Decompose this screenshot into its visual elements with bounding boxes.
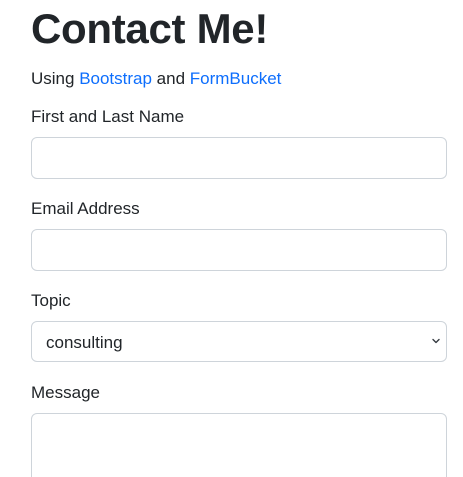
contact-page: Contact Me! Using Bootstrap and FormBuck… xyxy=(0,0,447,477)
topic-selected-value: consulting xyxy=(46,333,123,352)
message-group: Message xyxy=(31,382,447,477)
page-title: Contact Me! xyxy=(31,5,269,52)
subtitle-middle: and xyxy=(151,69,190,88)
name-label: First and Last Name xyxy=(31,107,185,126)
chevron-down-icon xyxy=(432,338,440,344)
topic-group: Topic consulting xyxy=(31,290,447,362)
name-input[interactable] xyxy=(31,137,447,179)
message-textarea[interactable] xyxy=(31,413,447,477)
bootstrap-link[interactable]: Bootstrap xyxy=(79,69,152,88)
topic-label: Topic xyxy=(31,291,71,310)
email-input[interactable] xyxy=(31,229,447,271)
email-label: Email Address xyxy=(31,199,140,218)
topic-select[interactable]: consulting xyxy=(31,321,447,362)
formbucket-link[interactable]: FormBucket xyxy=(190,69,282,88)
subtitle: Using Bootstrap and FormBucket xyxy=(31,68,447,90)
email-group: Email Address xyxy=(31,198,447,271)
name-group: First and Last Name xyxy=(31,106,447,179)
subtitle-prefix: Using xyxy=(31,69,80,88)
message-label: Message xyxy=(31,383,100,402)
